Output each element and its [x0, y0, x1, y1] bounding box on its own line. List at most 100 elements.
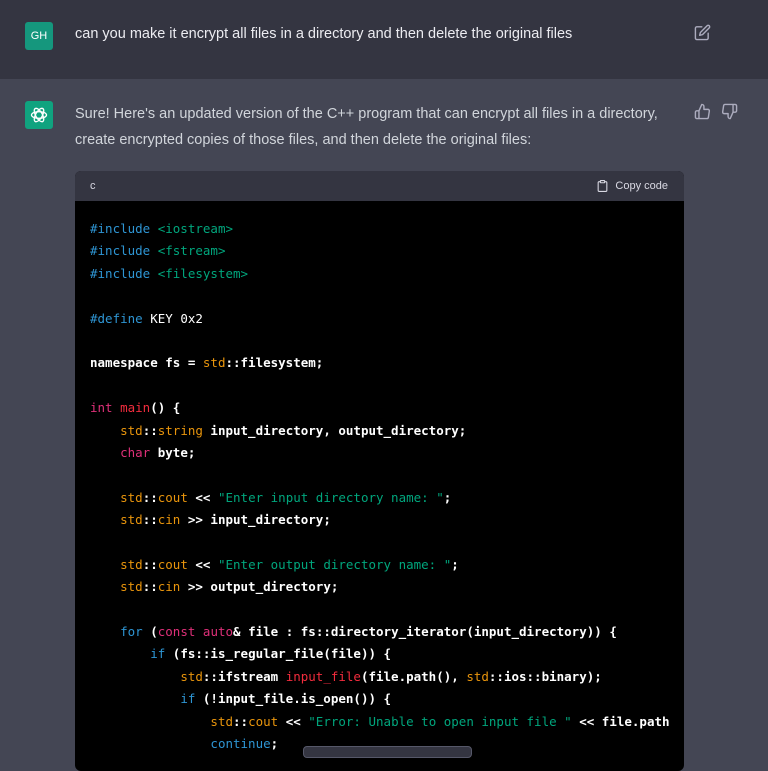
- code-token: int: [90, 400, 113, 416]
- code-token: main: [120, 400, 151, 416]
- code-line: #include <fstream>: [90, 240, 684, 262]
- code-token: >> input_directory;: [180, 512, 331, 528]
- code-token: () {: [150, 400, 181, 416]
- code-token: (: [142, 624, 158, 640]
- user-avatar: GH: [25, 22, 53, 50]
- code-language-label: c: [90, 180, 96, 192]
- code-token: "Enter input directory name: ": [217, 489, 444, 505]
- code-line: for (const auto& file : fs::directory_it…: [90, 621, 684, 643]
- code-token: (fs::is_regular_file(file)) {: [165, 646, 392, 662]
- code-line: std::cin >> output_directory;: [90, 576, 684, 598]
- code-token: #include: [90, 265, 158, 281]
- code-line: if (!input_file.is_open()) {: [90, 688, 684, 710]
- code-token: (file.path(),: [360, 668, 467, 684]
- user-message-text: can you make it encrypt all files in a d…: [75, 26, 573, 42]
- code-line: if (fs::is_regular_file(file)) {: [90, 643, 684, 665]
- code-block: c Copy code #include <iostream> #include …: [75, 171, 684, 771]
- openai-logo-icon: [30, 107, 48, 123]
- code-token: cout: [248, 713, 279, 729]
- code-token: (!input_file.is_open()) {: [195, 691, 392, 707]
- code-token: cout: [157, 489, 188, 505]
- code-line: std::cout << "Error: Unable to open inpu…: [90, 711, 684, 733]
- code-token: ::: [142, 579, 158, 595]
- code-token: ;: [451, 556, 459, 572]
- code-token: <<: [187, 556, 218, 572]
- code-token: cin: [157, 579, 181, 595]
- code-token: if: [180, 691, 196, 707]
- code-token: std: [210, 713, 233, 729]
- code-token: char: [120, 444, 151, 460]
- code-token: auto: [202, 624, 234, 640]
- code-token: input_file: [285, 668, 361, 684]
- code-token: cin: [157, 512, 181, 528]
- code-token: namespace fs =: [90, 355, 203, 371]
- code-line: #include <filesystem>: [90, 263, 684, 285]
- code-token: std: [202, 355, 226, 371]
- code-token: <filesystem>: [157, 265, 249, 281]
- code-token: ::: [142, 422, 158, 438]
- code-token: ::: [142, 556, 158, 572]
- code-token: ::: [142, 512, 158, 528]
- code-token: std: [120, 579, 143, 595]
- code-token: << file.path: [571, 713, 670, 729]
- code-token: #define: [90, 310, 143, 326]
- thumbs-up-icon[interactable]: [694, 103, 711, 120]
- code-token: #include: [90, 243, 158, 259]
- code-header: c Copy code: [75, 171, 684, 201]
- code-token: input_directory, output_directory;: [202, 422, 467, 438]
- code-body: #include <iostream> #include <fstream> #in…: [75, 201, 684, 755]
- code-token: ::ios::binary);: [488, 668, 602, 684]
- assistant-avatar: [25, 101, 53, 129]
- code-line: #include <iostream>: [90, 218, 684, 240]
- code-token: std: [120, 556, 143, 572]
- code-token: string: [157, 422, 203, 438]
- code-token: "Enter output directory name: ": [217, 556, 452, 572]
- scroll-to-bottom-chip[interactable]: [303, 746, 472, 758]
- clipboard-icon: [598, 180, 608, 192]
- code-line: namespace fs = std::filesystem;: [90, 352, 684, 374]
- code-line: std::cin >> input_directory;: [90, 509, 684, 531]
- code-token: & file : fs::directory_iterator(input_di…: [233, 624, 617, 640]
- code-token: <<: [278, 713, 309, 729]
- code-token: ;: [270, 735, 279, 751]
- code-line: char byte;: [90, 442, 684, 464]
- code-token: <fstream>: [157, 243, 226, 259]
- user-message-row: GH can you make it encrypt all files in …: [0, 0, 768, 79]
- copy-code-button[interactable]: Copy code: [596, 179, 668, 193]
- code-token: cout: [157, 556, 188, 572]
- edit-icon[interactable]: [694, 24, 711, 41]
- code-token: if: [150, 646, 166, 662]
- code-token: <<: [187, 489, 218, 505]
- code-token: ::: [233, 713, 249, 729]
- code-token: const: [157, 624, 196, 640]
- copy-code-label: Copy code: [615, 180, 668, 192]
- code-token: <iostream>: [157, 221, 233, 236]
- code-line: #define KEY 0x2: [90, 308, 684, 330]
- code-token: KEY 0x2: [142, 310, 203, 326]
- code-token: continue: [210, 735, 271, 751]
- code-token: ::filesystem;: [225, 355, 324, 371]
- code-token: >> output_directory;: [180, 579, 339, 595]
- code-token: std: [466, 668, 489, 684]
- thumbs-down-icon[interactable]: [721, 103, 738, 120]
- code-line: std::ifstream input_file(file.path(), st…: [90, 666, 684, 688]
- code-token: #include: [90, 221, 158, 236]
- code-line: int main() {: [90, 397, 684, 419]
- code-token: std: [120, 489, 143, 505]
